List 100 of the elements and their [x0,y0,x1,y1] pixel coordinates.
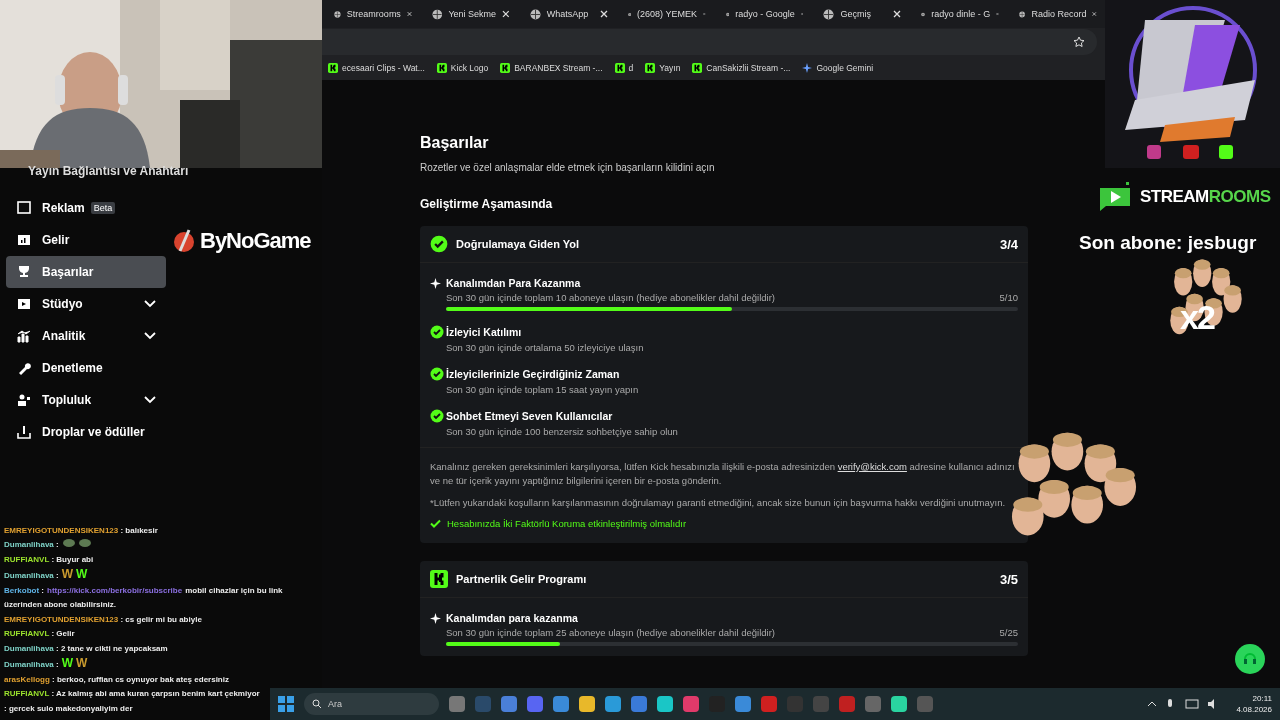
globe-icon [823,8,835,20]
frog-emote-icon [62,538,75,547]
video-icon [16,296,32,312]
bookmark[interactable]: Yayın [645,63,681,73]
browser-tab[interactable]: Radio Record [1007,0,1105,28]
emote: W [76,567,88,581]
browser-tab[interactable]: radyo - Google [713,0,812,28]
app-icon[interactable] [449,696,465,712]
bookmark-label: Kick Logo [450,63,489,73]
app-icon[interactable] [631,696,647,712]
chevron-down-icon [144,396,156,404]
search-icon [312,699,322,709]
app-icon[interactable] [891,696,907,712]
windows-logo-icon[interactable] [278,696,294,712]
nav-item[interactable]: Stüdyo [6,288,166,320]
search-field[interactable]: Ara [304,693,439,715]
chat-message: Dumanlihava : 2 tane w cikti ne yapcaksam [4,642,168,655]
k-logo-icon [430,570,448,588]
app-icon[interactable] [683,696,699,712]
app-icon[interactable] [579,696,595,712]
app-icon[interactable] [865,696,881,712]
chat-message: Berkobot : https://kick.com/berkobir/subscribe mobil cihazlar için bu link üzerinden abone olabilirsiniz. [4,584,284,611]
last-subscriber-text: Son abone: jesbugr [1079,232,1257,254]
task-reading: 5/25 [999,627,1018,638]
nav-item[interactable]: Analitik [6,320,166,352]
browser-tab[interactable]: Geçmiş [811,0,910,28]
app-icon[interactable] [501,696,517,712]
k-logo-icon [692,63,703,73]
app-icon[interactable] [761,696,777,712]
progress-count: 3/5 [999,571,1018,587]
people-icon [16,392,32,408]
task-description: Son 30 gün içinde toplam 10 aboneye ulaşın (hediye abonelikler dahil değildir) [446,292,777,303]
app-icon[interactable] [839,696,855,712]
headset-icon [1242,651,1258,667]
nav-item[interactable]: Topluluk [6,384,166,416]
emote: W [61,567,74,581]
k-logo-icon [328,63,338,73]
nav-item[interactable]: Yayın Bağlantısı ve Anahtarı [0,164,322,186]
task-description: Son 30 gün içinde ortalama 50 izleyiciye ulaşın [446,342,645,353]
task-title: Kanalımdan para kazanma [446,612,579,624]
sparkle-icon [802,63,813,73]
help-button[interactable] [1235,644,1265,674]
check-circle-icon [430,325,444,339]
app-icon[interactable] [605,696,621,712]
card-title: Doğrulamaya Giden Yol [456,238,581,250]
trophy-icon [16,264,32,280]
nav-item[interactable]: Droplar ve ödüller [6,416,166,448]
email-link[interactable]: verify@kick.com [837,461,907,472]
page-title: Başarılar [420,134,490,152]
globe-icon [529,8,541,20]
chat-text: : [56,571,59,580]
analytics-icon [16,328,32,344]
chat-username: Dumanlihava [4,660,55,669]
app-icon[interactable] [527,696,543,712]
bookmark[interactable]: Google Gemini [802,63,874,73]
app-icon[interactable] [553,696,569,712]
chevron-down-icon [144,300,156,308]
bookmark[interactable]: d [614,63,634,73]
browser-tab[interactable]: (2608) YEMEK [615,0,714,28]
bookmark[interactable]: Kick Logo [436,63,489,73]
emote: W [76,656,88,670]
nav-item[interactable]: Gelir [6,224,166,256]
nav-item[interactable]: Reklam Beta [6,192,166,224]
check-circle-icon [430,409,444,423]
k-logo-icon [436,63,447,73]
frog-emote-icon [78,538,91,547]
bookmark-label: Google Gemini [816,63,874,73]
sparkle-icon [430,612,441,624]
bookmark-label: d [628,63,634,73]
star-icon[interactable] [1073,36,1085,48]
browser-tab[interactable]: Yeni Sekme [419,0,518,28]
progress-count: 3/4 [999,236,1018,252]
task-reading: 5/10 [999,292,1018,303]
app-icon[interactable] [657,696,673,712]
browser-tab[interactable]: WhatsApp [517,0,616,28]
chat-message: EMREYIGOTUNDENSIKEN123 : cs gelir mi bu abiyle [4,613,202,626]
browser-tab[interactable]: radyo dinle - G [909,0,1008,28]
bookmark-label: Yayın [659,63,681,73]
app-icon[interactable] [735,696,751,712]
app-icon[interactable] [917,696,933,712]
page-subtitle: Rozetler ve özel anlaşmalar elde etmek için başarıların kilidini açın [420,162,716,173]
task-title: İzleyicilerinizle Geçirdiğiniz Zaman [446,368,621,380]
brand-text: STREAMROOMS [1140,187,1271,207]
chat-message: RUFFIANVL : Az kalmış abi ama kuran çarpsın benim kart çekmiyor [4,688,260,700]
browser-tab[interactable]: Streamrooms [322,0,420,28]
frame-icon [16,200,32,216]
task-title: Sohbet Etmeyi Seven Kullanıcılar [446,410,614,422]
chat-link[interactable]: https://kick.com/berkobir/subscribe [47,585,183,595]
verification-note: Kanalınız gereken gereksinimleri karşılıyorsa, lütfen Kick hesabınızla ilişkili e-posta adresinizden verify@kick.com adresine kullanıcı adınızı ve ne tür içerik yayını yaptığınız bilgilerini içeren bir e-posta gönderin. [430,460,1016,488]
nav-item[interactable]: Başarılar [6,256,166,288]
download-tray-icon [16,424,32,440]
task-description: Son 30 gün içinde 100 benzersiz sohbetçiye sahip olun [446,426,679,437]
globe-icon [431,8,443,20]
section-heading: Geliştirme Aşamasında [420,197,554,211]
sparkle-icon [430,277,441,289]
emote: W [61,656,74,670]
sponsor-name: ByNoGame [200,228,311,254]
nav-item[interactable]: Denetleme [6,352,166,384]
chevron-down-icon [144,332,156,340]
task-description: Son 30 gün içinde toplam 15 saat yayın yapın [446,384,640,395]
